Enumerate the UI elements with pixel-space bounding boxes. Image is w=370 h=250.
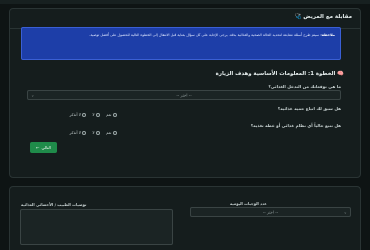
- step-title: 🧠 الخطوة 1: المعلومات الأساسية وهدف الزي…: [215, 71, 344, 77]
- meals-select-value: -- اختر --: [262, 209, 279, 215]
- doctor-notes-textarea[interactable]: [20, 209, 173, 245]
- meals-label: عدد الوجبات اليومية: [230, 201, 267, 206]
- q3-radio-dontremember[interactable]: لا أتذكر: [70, 130, 87, 135]
- meals-select[interactable]: ⌄ -- اختر --: [190, 207, 351, 217]
- arrow-left-icon: ←: [36, 145, 40, 150]
- q2-label: هل سبق لك اتباع حمية غذائية؟: [277, 106, 341, 111]
- radio-icon: [96, 112, 101, 117]
- alert-bold: ملاحظة:: [320, 33, 335, 37]
- q3-label: هل تتبع حالياً أي نظام غذائي أو خطة تغذي…: [250, 123, 341, 128]
- card-header: مقابلة مع المريض 🩺: [10, 9, 360, 29]
- q2-radio-no[interactable]: لا: [92, 112, 101, 117]
- q2-radio-dontremember[interactable]: لا أتذكر: [70, 112, 87, 117]
- radio-icon: [113, 112, 117, 117]
- top-strip: [0, 0, 370, 4]
- q3-radio-no[interactable]: لا: [92, 130, 101, 135]
- radio-icon: [82, 112, 87, 117]
- q2-radio-yes[interactable]: نعم: [106, 112, 117, 117]
- info-alert: ملاحظة: سيتم طرح أسئلة متتابعة لتحديد ال…: [21, 27, 341, 60]
- expectations-select-value: -- اختر --: [176, 92, 192, 98]
- radio-icon: [113, 130, 117, 135]
- next-button[interactable]: ← التالي: [30, 142, 57, 153]
- radio-icon: [96, 130, 101, 135]
- next-button-label: التالي: [41, 145, 51, 150]
- expectations-select[interactable]: ⌄ -- اختر --: [27, 90, 341, 100]
- card-title: مقابلة مع المريض 🩺: [294, 14, 352, 20]
- notes-label: توصيات الطبيب / الأخصائي الغذائية: [21, 202, 87, 207]
- q3-radio-group: نعم لا لا أتذكر: [70, 130, 117, 135]
- q3-radio-yes[interactable]: نعم: [106, 130, 117, 135]
- alert-text: سيتم طرح أسئلة متتابعة لتحديد الحالة الص…: [89, 33, 320, 37]
- radio-icon: [82, 130, 87, 135]
- q1-label: ما هي توقعاتك من التدخل الغذائي؟: [268, 84, 341, 89]
- q2-radio-group: نعم لا لا أتذكر: [70, 112, 117, 117]
